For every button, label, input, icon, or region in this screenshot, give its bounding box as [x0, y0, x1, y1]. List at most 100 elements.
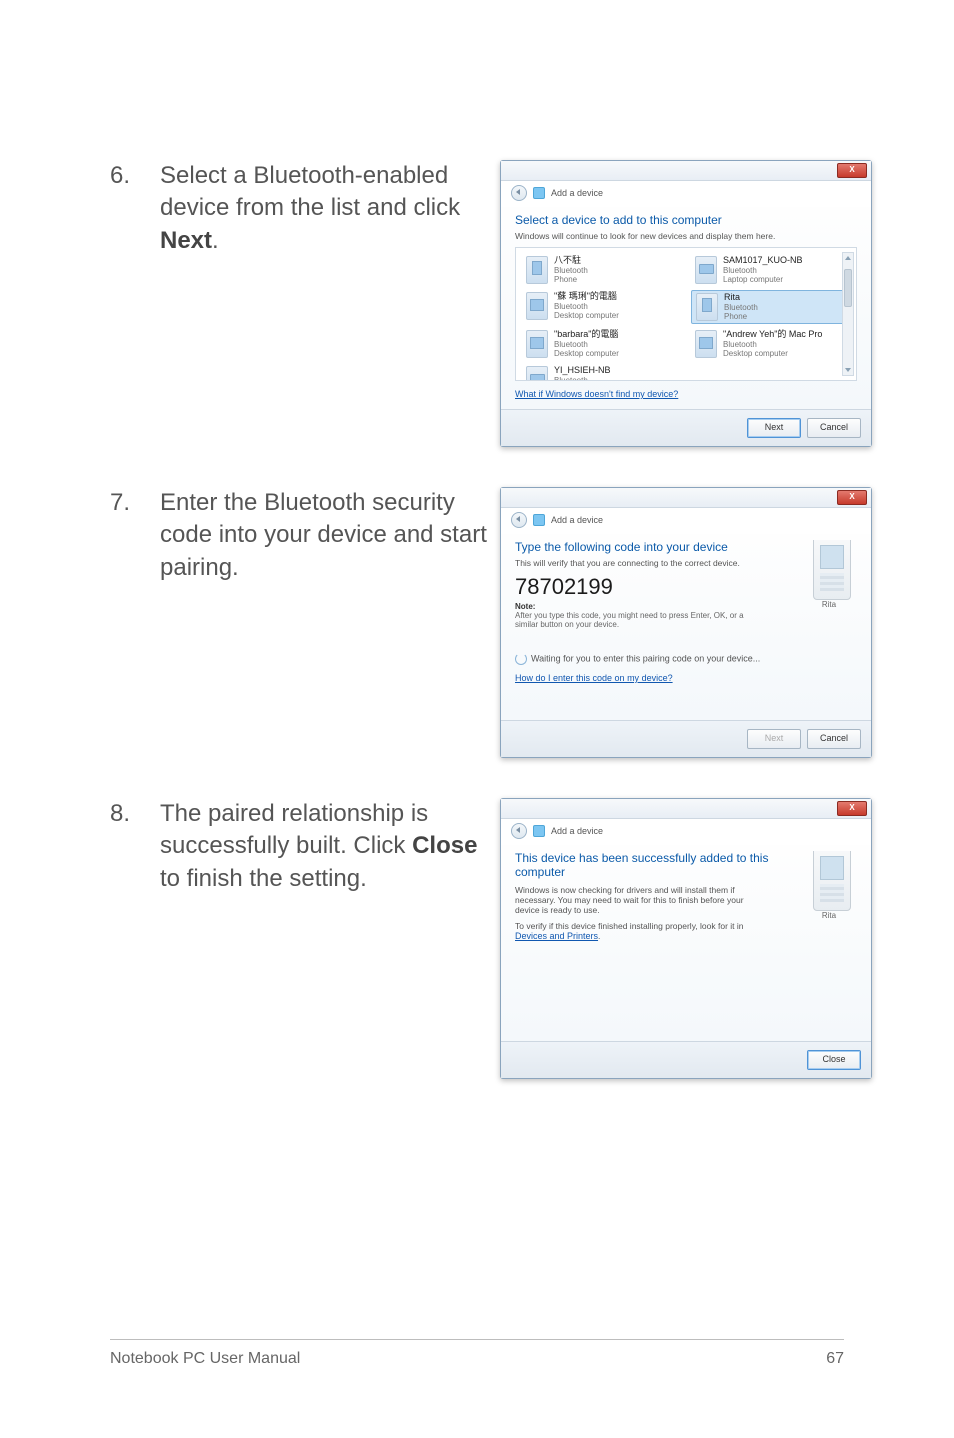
- close-icon[interactable]: X: [837, 163, 867, 178]
- dialog-subtitle: This will verify that you are connecting…: [515, 558, 745, 568]
- device-type-2: Laptop computer: [723, 275, 803, 284]
- close-icon[interactable]: X: [837, 801, 867, 816]
- page-footer: Notebook PC User Manual 67: [110, 1339, 844, 1368]
- device-name: "蘇 瑪琍"的電腦: [554, 292, 619, 302]
- device-type-2: Desktop computer: [723, 349, 822, 358]
- scrollbar[interactable]: [842, 252, 854, 376]
- device-type-2: Desktop computer: [554, 349, 619, 358]
- success-body1: Windows is now checking for drivers and …: [515, 885, 770, 915]
- step-text: Select a Bluetooth-enabled device from t…: [160, 160, 490, 257]
- device-type-1: Bluetooth: [723, 266, 803, 275]
- device-text: "barbara"的電腦BluetoothDesktop computer: [554, 330, 619, 358]
- device-name: "Andrew Yeh"的 Mac Pro: [723, 330, 822, 340]
- footer-right: 67: [826, 1350, 844, 1368]
- pairing-code: 78702199: [515, 574, 745, 600]
- step-text: The paired relationship is successfully …: [160, 798, 490, 895]
- next-button: Next: [747, 729, 801, 749]
- device-item[interactable]: SAM1017_KUO-NBBluetoothLaptop computer: [691, 254, 850, 286]
- back-icon[interactable]: [511, 512, 527, 528]
- step8-text-a: The paired relationship is successfully …: [160, 800, 428, 859]
- dialog-title: Select a device to add to this computer: [515, 213, 857, 227]
- back-icon: [511, 823, 527, 839]
- device-name: YI_HSIEH-NB: [554, 366, 611, 376]
- step-text: Enter the Bluetooth security code into y…: [160, 487, 490, 584]
- laptop-icon: [526, 366, 548, 381]
- waiting-text: Waiting for you to enter this pairing co…: [531, 653, 760, 663]
- note-body: After you type this code, you might need…: [515, 611, 745, 629]
- device-item[interactable]: "barbara"的電腦BluetoothDesktop computer: [522, 328, 681, 360]
- device-label: Rita: [801, 911, 857, 920]
- device-type-1: Bluetooth: [554, 340, 619, 349]
- device-text: "Andrew Yeh"的 Mac ProBluetoothDesktop co…: [723, 330, 822, 358]
- device-type-2: Phone: [554, 275, 588, 284]
- desktop-icon: [695, 330, 717, 358]
- cancel-button[interactable]: Cancel: [807, 418, 861, 438]
- cancel-button[interactable]: Cancel: [807, 729, 861, 749]
- success-body2-b: .: [598, 931, 600, 941]
- device-name: Rita: [724, 293, 758, 303]
- breadcrumb-label: Add a device: [551, 515, 603, 525]
- device-label: Rita: [801, 600, 857, 609]
- help-link[interactable]: How do I enter this code on my device?: [515, 673, 673, 683]
- step-number: 8.: [110, 798, 160, 830]
- device-type-1: Bluetooth: [554, 302, 619, 311]
- footer-left: Notebook PC User Manual: [110, 1350, 300, 1368]
- device-type-1: Bluetooth: [723, 340, 822, 349]
- dialog-titlebar: X: [501, 161, 871, 181]
- device-text: 八不駐BluetoothPhone: [554, 256, 588, 284]
- note-label: Note:: [515, 602, 745, 611]
- device-text: YI_HSIEH-NBBluetooth: [554, 366, 611, 381]
- step6-text-a: Select a Bluetooth-enabled device from t…: [160, 162, 460, 221]
- wizard-icon: [533, 514, 545, 526]
- breadcrumb-label: Add a device: [551, 188, 603, 198]
- breadcrumb: Add a device: [501, 181, 871, 207]
- phone-icon: [813, 540, 851, 600]
- phone-icon: [526, 256, 548, 284]
- next-button[interactable]: Next: [747, 418, 801, 438]
- close-button[interactable]: Close: [807, 1050, 861, 1070]
- success-body2-a: To verify if this device finished instal…: [515, 921, 744, 931]
- desktop-icon: [526, 292, 548, 320]
- device-item[interactable]: "蘇 瑪琍"的電腦BluetoothDesktop computer: [522, 290, 681, 324]
- device-type-2: Desktop computer: [554, 311, 619, 320]
- spinner-icon: [515, 653, 527, 665]
- phone-icon: [813, 851, 851, 911]
- device-type-1: Bluetooth: [554, 376, 611, 381]
- back-icon[interactable]: [511, 185, 527, 201]
- device-text: RitaBluetoothPhone: [724, 293, 758, 321]
- dialog-titlebar: X: [501, 488, 871, 508]
- device-text: "蘇 瑪琍"的電腦BluetoothDesktop computer: [554, 292, 619, 320]
- desktop-icon: [526, 330, 548, 358]
- phone-icon: [696, 293, 718, 321]
- success-body2: To verify if this device finished instal…: [515, 921, 770, 941]
- close-icon[interactable]: X: [837, 490, 867, 505]
- dialog-select-device: X Add a device Select a device to add to…: [500, 160, 872, 447]
- dialog-success: X Add a device This device has been succ…: [500, 798, 872, 1079]
- wizard-icon: [533, 187, 545, 199]
- device-type-1: Bluetooth: [554, 266, 588, 275]
- device-type-1: Bluetooth: [724, 303, 758, 312]
- wizard-icon: [533, 825, 545, 837]
- device-name: 八不駐: [554, 256, 588, 266]
- devices-printers-link[interactable]: Devices and Printers: [515, 931, 598, 941]
- laptop-icon: [695, 256, 717, 284]
- device-item[interactable]: "Andrew Yeh"的 Mac ProBluetoothDesktop co…: [691, 328, 850, 360]
- step-number: 7.: [110, 487, 160, 519]
- breadcrumb-label: Add a device: [551, 826, 603, 836]
- step6-bold: Next: [160, 227, 212, 254]
- device-text: SAM1017_KUO-NBBluetoothLaptop computer: [723, 256, 803, 284]
- device-item[interactable]: 八不駐BluetoothPhone: [522, 254, 681, 286]
- device-item[interactable]: YI_HSIEH-NBBluetooth: [522, 364, 681, 381]
- step8-text-c: to finish the setting.: [160, 865, 367, 892]
- device-list[interactable]: 八不駐BluetoothPhoneSAM1017_KUO-NBBluetooth…: [515, 247, 857, 381]
- step8-bold: Close: [412, 832, 477, 859]
- dialog-title: Type the following code into your device: [515, 540, 745, 554]
- waiting-status: Waiting for you to enter this pairing co…: [515, 653, 857, 665]
- help-link[interactable]: What if Windows doesn't find my device?: [515, 389, 678, 399]
- device-name: "barbara"的電腦: [554, 330, 619, 340]
- dialog-subtitle: Windows will continue to look for new de…: [515, 231, 857, 241]
- device-type-2: Phone: [724, 312, 758, 321]
- device-name: SAM1017_KUO-NB: [723, 256, 803, 266]
- step-number: 6.: [110, 160, 160, 192]
- device-item[interactable]: RitaBluetoothPhone: [691, 290, 850, 324]
